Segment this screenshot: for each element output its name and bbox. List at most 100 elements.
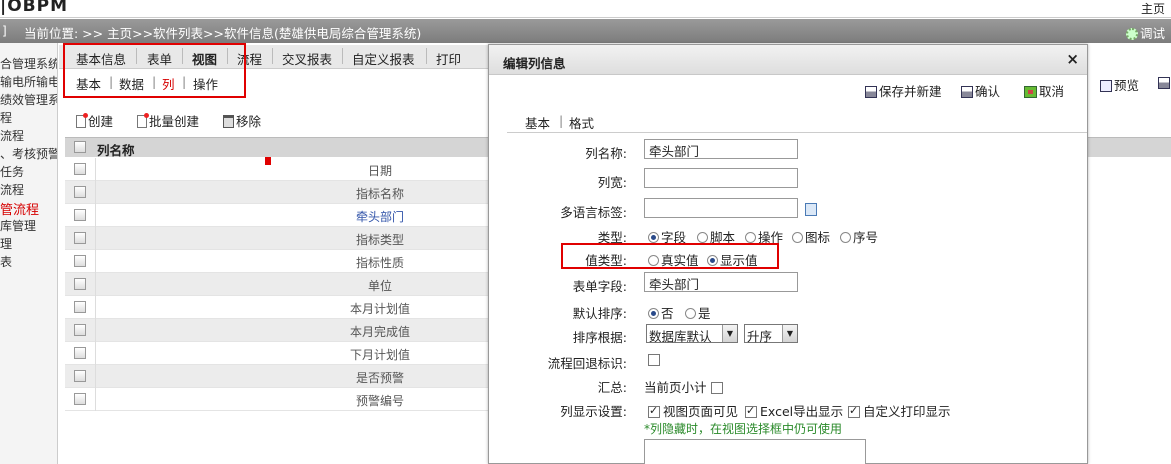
table-row[interactable]: 指标性质 — [65, 250, 489, 273]
table-row[interactable]: 本月计划值 — [65, 296, 489, 319]
sidebar-item[interactable]: 理 — [0, 235, 12, 252]
row-checkbox[interactable] — [74, 255, 86, 267]
breadcrumb-left-fragment: ] — [2, 24, 7, 38]
tab-custom-report[interactable]: 自定义报表 — [352, 49, 415, 68]
dialog-tab-basic[interactable]: 基本 — [525, 113, 550, 132]
hidden-column-note: *列隐藏时，在视图选择框中仍可使用 — [644, 422, 843, 436]
sidebar-item[interactable]: 绩效管理系 — [0, 91, 57, 108]
display-option-excel[interactable]: Excel导出显示 — [745, 401, 843, 420]
table-row[interactable]: 日期 — [65, 158, 489, 181]
batch-create-button[interactable]: 批量创建 — [137, 111, 199, 130]
tab-print[interactable]: 打印 — [436, 49, 461, 68]
row-checkbox[interactable] — [74, 301, 86, 313]
sidebar-item[interactable]: 程 — [0, 109, 12, 126]
sidebar-item[interactable]: 库管理 — [0, 217, 36, 234]
flow-back-label: 流程回退标识: — [547, 356, 627, 371]
remove-button[interactable]: 移除 — [223, 111, 261, 130]
table-row[interactable]: 预警编号 — [65, 388, 489, 411]
row-checkbox[interactable] — [74, 347, 86, 359]
select-all-checkbox[interactable] — [74, 141, 86, 153]
default-sort-radio-no[interactable]: 否 — [648, 303, 674, 322]
radio-unchecked — [685, 308, 696, 319]
chevron-down-icon: ▼ — [782, 325, 797, 342]
sidebar-item[interactable]: 表 — [0, 253, 12, 270]
value-type-radio-real[interactable]: 真实值 — [648, 250, 699, 269]
radio-unchecked — [745, 232, 756, 243]
table-row[interactable]: 下月计划值 — [65, 342, 489, 365]
create-button[interactable]: 创建 — [76, 111, 113, 130]
edit-column-dialog: 编辑列信息 × 保存并新建 确认 取消 基本 | 格式 列名称: 牵头部门 列宽… — [488, 44, 1088, 464]
save-icon — [865, 86, 877, 98]
sidebar-item[interactable]: 、考核预警 — [0, 145, 57, 162]
tag-icon[interactable] — [805, 203, 817, 216]
table-row-selected[interactable]: 牵头部门 — [65, 204, 489, 227]
row-checkbox[interactable] — [74, 209, 86, 221]
sort-by-select[interactable]: 数据库默认 ▼ — [646, 324, 738, 344]
table-row[interactable]: 是否预警 — [65, 365, 489, 388]
column-name-input[interactable]: 牵头部门 — [644, 139, 798, 159]
tab-divider — [272, 48, 273, 64]
row-checkbox[interactable] — [74, 278, 86, 290]
sidebar-item[interactable]: 流程 — [0, 127, 24, 144]
type-radio-icon[interactable]: 图标 — [792, 227, 830, 246]
debug-button[interactable]: 调试 — [1125, 23, 1165, 42]
close-icon[interactable]: × — [1066, 50, 1079, 68]
confirm-button[interactable]: 确认 — [961, 81, 1000, 100]
script-textarea[interactable] — [644, 439, 866, 464]
summary-checkbox[interactable] — [710, 382, 723, 394]
column-width-input[interactable] — [644, 168, 798, 188]
value-type-radio-display[interactable]: 显示值 — [707, 250, 758, 269]
flow-back-checkbox[interactable] — [648, 354, 660, 366]
row-checkbox[interactable] — [74, 232, 86, 244]
sidebar-item[interactable]: 流程 — [0, 181, 24, 198]
display-option-print[interactable]: 自定义打印显示 — [848, 401, 951, 420]
grid-header: 列名称 — [65, 137, 489, 158]
radio-checked — [648, 308, 659, 319]
save-and-new-button[interactable]: 保存并新建 — [865, 81, 942, 100]
table-row[interactable]: 指标类型 — [65, 227, 489, 250]
dialog-tab-format[interactable]: 格式 — [569, 113, 594, 132]
cancel-button[interactable]: 取消 — [1024, 81, 1064, 100]
default-sort-radio-yes[interactable]: 是 — [685, 303, 711, 322]
i18n-input[interactable] — [644, 198, 798, 218]
row-checkbox[interactable] — [74, 324, 86, 336]
cell-divider — [95, 388, 96, 411]
summary-option[interactable]: 当前页小计 — [644, 377, 726, 396]
display-option-view[interactable]: 视图页面可见 — [648, 401, 738, 420]
sidebar-item-active[interactable]: 管流程 — [0, 199, 39, 218]
preview-button[interactable]: 预览 — [1100, 75, 1139, 94]
preview-label: 预览 — [1114, 78, 1140, 93]
table-row[interactable]: 指标名称 — [65, 181, 489, 204]
sidebar-item[interactable]: 任务 — [0, 163, 24, 180]
new-document-icon — [76, 113, 88, 128]
column-name-cell: 本月计划值 — [349, 302, 410, 316]
home-link[interactable]: 主页 — [1141, 0, 1165, 17]
column-name-cell[interactable]: 牵头部门 — [305, 208, 455, 225]
default-sort-label: 默认排序: — [572, 306, 627, 321]
sidebar-item[interactable]: 输电所输电 — [0, 73, 57, 90]
form-field-input[interactable]: 牵头部门 — [644, 272, 798, 292]
row-checkbox[interactable] — [74, 370, 86, 382]
sort-order-value: 升序 — [747, 329, 773, 344]
right-toolbar-button[interactable] — [1158, 75, 1171, 90]
tab-cross-report[interactable]: 交叉报表 — [282, 49, 332, 68]
sidebar-item[interactable]: 合管理系统 — [0, 55, 57, 72]
display-settings-label: 列显示设置: — [560, 404, 627, 419]
row-checkbox[interactable] — [74, 393, 86, 405]
row-checkbox[interactable] — [74, 186, 86, 198]
type-radio-sequence[interactable]: 序号 — [840, 227, 878, 246]
table-row[interactable]: 单位 — [65, 273, 489, 296]
row-checkbox[interactable] — [74, 163, 86, 175]
radio-label: 显示值 — [720, 253, 758, 268]
breadcrumb: 当前位置: >> 主页>>软件列表>>软件信息(楚雄供电局综合管理系统) — [24, 26, 422, 41]
sidebar: 合管理系统 输电所输电 绩效管理系 程 流程 、考核预警 任务 流程 管流程 库… — [0, 43, 58, 464]
column-name-cell: 本月完成值 — [349, 325, 410, 339]
sort-order-select[interactable]: 升序 ▼ — [744, 324, 798, 344]
column-name-header: 列名称 — [97, 143, 135, 158]
column-width-label: 列宽: — [597, 175, 627, 190]
summary-label: 汇总: — [597, 380, 627, 395]
checkbox-checked — [848, 404, 860, 418]
dialog-title: 编辑列信息 — [503, 56, 566, 71]
table-row[interactable]: 本月完成值 — [65, 319, 489, 342]
display-option-label: Excel导出显示 — [760, 404, 844, 419]
